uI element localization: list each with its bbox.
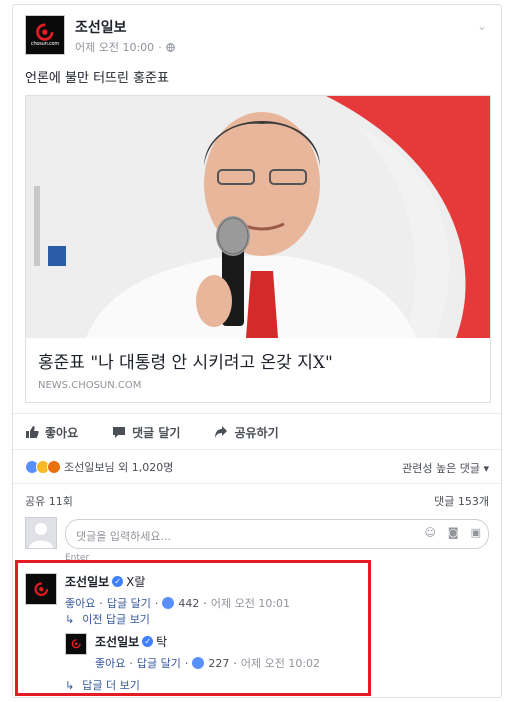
sticker-icon[interactable]: ▣ [471, 526, 481, 539]
reactions-bar: 조선일보님 외 1,020명 관련성 높은 댓글 ▾ [25, 457, 489, 477]
post-text: 언론에 불만 터뜨린 홍준표 [25, 71, 169, 86]
comment-icon [113, 427, 126, 438]
share-count[interactable]: 공유 11회 [25, 493, 73, 509]
globe-icon [165, 42, 175, 52]
divider [13, 483, 501, 484]
share-label: 공유하기 [234, 425, 279, 440]
link-domain: NEWS.CHOSUN.COM [38, 380, 142, 391]
post-time[interactable]: 어제 오전 10:00 [75, 39, 154, 55]
post-header: chosun.com 조선일보 어제 오전 10:00 · ⌄ [25, 15, 489, 57]
divider [13, 413, 501, 414]
action-bar: 좋아요 댓글 달기 공유하기 [25, 419, 489, 445]
article-photo[interactable] [26, 96, 490, 338]
like-button[interactable]: 좋아요 [25, 424, 78, 441]
thumbs-up-icon [26, 426, 39, 438]
share-icon [215, 426, 228, 438]
logo-text: chosun.com [30, 40, 60, 47]
link-headline[interactable]: 홍준표 "나 대통령 안 시키려고 온갖 지X" [38, 348, 333, 373]
camera-icon[interactable]: ◙ [448, 526, 459, 539]
like-label: 좋아요 [45, 425, 79, 440]
comment-label: 댓글 달기 [132, 425, 181, 440]
comment-composer: 댓글을 입력하세요... ☺ ◙ ▣ [25, 517, 489, 551]
emoji-icon[interactable]: ☺ [424, 526, 435, 539]
composer-tools: ☺ ◙ ▣ [424, 526, 481, 539]
chosun-logo-icon [36, 23, 54, 42]
link-preview[interactable]: 홍준표 "나 대통령 안 시키려고 온갖 지X" NEWS.CHOSUN.COM [25, 95, 491, 403]
reaction-icons[interactable] [25, 460, 61, 474]
default-avatar-icon [29, 523, 53, 548]
divider [13, 449, 501, 450]
share-button[interactable]: 공유하기 [214, 424, 279, 441]
angry-reaction-icon [47, 460, 61, 474]
post-meta: 어제 오전 10:00 · [75, 39, 175, 55]
chevron-down-icon[interactable]: ⌄ [475, 19, 489, 33]
comment-sort-dropdown[interactable]: 관련성 높은 댓글 ▾ [402, 460, 489, 476]
user-avatar [25, 517, 57, 549]
comment-count[interactable]: 댓글 153개 [434, 493, 489, 509]
page-avatar[interactable]: chosun.com [25, 15, 65, 55]
page-name[interactable]: 조선일보 [75, 17, 127, 37]
comment-button[interactable]: 댓글 달기 [112, 424, 180, 441]
red-highlight-box [15, 560, 371, 696]
reactions-text[interactable]: 조선일보님 외 1,020명 [64, 459, 173, 475]
